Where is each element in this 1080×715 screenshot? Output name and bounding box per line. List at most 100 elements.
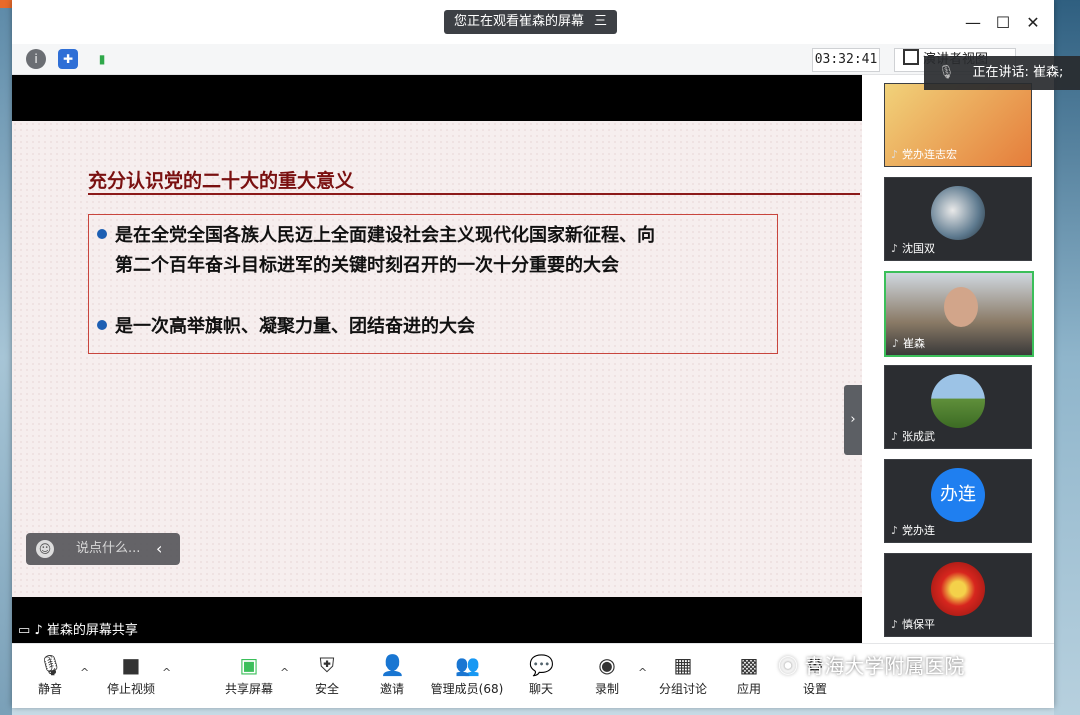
maximize-button[interactable]: ☐ <box>992 12 1014 34</box>
avatar <box>931 374 985 428</box>
mute-label: 静音 <box>37 682 62 696</box>
bullet-1-line-2: 第二个百年奋斗目标进军的关键时刻召开的一次十分重要的大会 <box>115 255 619 276</box>
title-bar: 您正在观看崔森的屏幕 三 — ☐ ✕ <box>12 0 1054 44</box>
mute-button[interactable]: 🎙 静音 <box>34 654 66 697</box>
watching-banner[interactable]: 您正在观看崔森的屏幕 三 <box>444 10 618 34</box>
participant-tile-active[interactable]: ♪ 崔森 <box>884 271 1034 357</box>
apps-icon: ▩ <box>739 653 759 677</box>
minimize-button[interactable]: — <box>962 12 984 34</box>
info-icon[interactable]: i <box>26 49 46 69</box>
security-label: 安全 <box>314 682 339 696</box>
breakout-button[interactable]: ▦ 分组讨论 <box>658 654 708 697</box>
participant-tile[interactable]: ♪ 党办连志宏 <box>884 83 1032 167</box>
screen-share-label: ▭ ♪ 崔森的屏幕共享 <box>12 620 138 642</box>
participant-name: ♪ 党办连志宏 <box>891 146 957 162</box>
shield-icon: ⛨ <box>319 653 335 677</box>
participant-name: ♪ 慎保平 <box>891 616 935 632</box>
record-icon: ◉ <box>598 653 616 677</box>
screen-share-area: 充分认识党的二十大的重大意义 是在全党全国各族人民迈上全面建设社会主义现代化国家… <box>12 75 862 643</box>
mic-icon: ♪ <box>891 618 899 631</box>
participant-name-text: 崔森 <box>903 337 926 350</box>
participant-name: ♪ 党办连 <box>891 522 935 538</box>
meeting-window: 您正在观看崔森的屏幕 三 — ☐ ✕ i ✚ ▮ 03:32:41 演讲者视图 … <box>12 0 1054 708</box>
mic-icon: ♪ <box>892 337 900 350</box>
mic-icon: ♪ <box>891 430 899 443</box>
participant-tile[interactable]: ♪ 沈国双 <box>884 177 1032 261</box>
participant-name-text: 党办连 <box>902 524 936 537</box>
emoji-icon[interactable]: ☺ <box>36 540 54 558</box>
gallery-collapse-button[interactable]: › <box>844 385 862 455</box>
view-options-icon[interactable]: 三 <box>594 10 607 34</box>
share-screen-icon: ▣ <box>239 653 259 677</box>
mic-icon: ♪ <box>891 148 899 161</box>
members-icon: 👥 <box>455 653 480 677</box>
bullet-dot-icon <box>97 320 107 330</box>
chevron-up-icon[interactable]: ^ <box>280 666 289 679</box>
chevron-left-icon[interactable]: ‹ <box>156 533 162 565</box>
screen-share-icon: ▭ ♪ <box>18 623 43 638</box>
participant-tile[interactable]: 办连 ♪ 党办连 <box>884 459 1032 543</box>
chat-label: 聊天 <box>528 682 553 696</box>
manage-members-button[interactable]: 👥 管理成员(68) <box>430 654 504 697</box>
slide-content-box: 是在全党全国各族人民迈上全面建设社会主义现代化国家新征程、向 第二个百年奋斗目标… <box>88 214 778 354</box>
chevron-up-icon[interactable]: ^ <box>638 666 647 679</box>
participant-name-text: 沈国双 <box>902 242 936 255</box>
share-screen-label: 共享屏幕 <box>224 682 273 696</box>
chevron-up-icon[interactable]: ^ <box>162 666 171 679</box>
watermark: ⦿ 青海大学附属医院 <box>778 650 964 679</box>
desktop-left-edge <box>0 0 12 715</box>
security-button[interactable]: ⛨ 安全 <box>314 654 340 697</box>
watermark-text: 青海大学附属医院 <box>804 654 965 678</box>
invite-label: 邀请 <box>379 682 404 696</box>
active-speaker-indicator: 🎙 正在讲话: 崔森; <box>924 56 1080 90</box>
meeting-info-bar: i ✚ ▮ 03:32:41 演讲者视图 <box>12 44 1054 75</box>
active-speaker-label: 正在讲话: 崔森; <box>972 65 1064 80</box>
manage-members-label: 管理成员(68) <box>430 682 504 696</box>
bullet-2-text: 是一次高举旗帜、凝聚力量、团结奋进的大会 <box>115 316 475 337</box>
add-user-icon: 👤 <box>380 653 405 677</box>
participant-gallery: ♪ 党办连志宏 ♪ 沈国双 ♪ 崔森 ♪ 张成武 办连 ♪ 党办连 ♪ 慎保平 <box>862 75 1054 643</box>
close-button[interactable]: ✕ <box>1022 12 1044 34</box>
stop-video-button[interactable]: ■ 停止视频 <box>104 654 158 697</box>
mic-icon: ♪ <box>891 524 899 537</box>
slide-title: 充分认识党的二十大的重大意义 <box>88 170 355 192</box>
apps-label: 应用 <box>736 682 761 696</box>
quick-chat-placeholder[interactable]: 说点什么... <box>76 533 140 565</box>
slide-divider <box>88 193 860 195</box>
breakout-label: 分组讨论 <box>658 682 707 696</box>
quick-chat-pill[interactable]: ☺ 说点什么... ‹ <box>26 533 180 565</box>
mic-icon: ♪ <box>891 242 899 255</box>
participant-name-text: 张成武 <box>902 430 936 443</box>
participant-name: ♪ 崔森 <box>892 335 925 351</box>
wechat-icon: ⦿ <box>778 654 805 678</box>
shield-icon[interactable]: ✚ <box>58 49 78 69</box>
chat-icon: 💬 <box>529 653 554 677</box>
participant-name: ♪ 沈国双 <box>891 240 935 256</box>
settings-label: 设置 <box>802 682 827 696</box>
invite-button[interactable]: 👤 邀请 <box>378 654 406 697</box>
view-mode-icon <box>903 49 919 65</box>
presentation-slide: 充分认识党的二十大的重大意义 是在全党全国各族人民迈上全面建设社会主义现代化国家… <box>12 121 862 597</box>
slide-bullet-2: 是一次高举旗帜、凝聚力量、团结奋进的大会 <box>97 312 475 342</box>
apps-button[interactable]: ▩ 应用 <box>736 654 762 697</box>
bullet-1-line-1: 是在全党全国各族人民迈上全面建设社会主义现代化国家新征程、向 <box>115 225 655 246</box>
chevron-up-icon[interactable]: ^ <box>80 666 89 679</box>
watching-banner-text: 您正在观看崔森的屏幕 <box>454 14 585 29</box>
record-label: 录制 <box>594 682 619 696</box>
participant-tile[interactable]: ♪ 慎保平 <box>884 553 1032 637</box>
share-screen-button[interactable]: ▣ 共享屏幕 <box>224 654 274 697</box>
avatar <box>931 186 985 240</box>
breakout-icon: ▦ <box>673 653 693 677</box>
participant-tile[interactable]: ♪ 张成武 <box>884 365 1032 449</box>
meeting-timer: 03:32:41 <box>812 48 880 72</box>
participant-name-text: 慎保平 <box>902 618 936 631</box>
chat-button[interactable]: 💬 聊天 <box>528 654 554 697</box>
participant-name-text: 党办连志宏 <box>902 148 958 161</box>
record-button[interactable]: ◉ 录制 <box>594 654 620 697</box>
avatar <box>931 562 985 616</box>
video-person <box>944 287 978 327</box>
signal-icon[interactable]: ▮ <box>92 49 112 69</box>
microphone-icon: 🎙 <box>38 653 64 677</box>
participant-name: ♪ 张成武 <box>891 428 935 444</box>
screen-share-owner: 崔森的屏幕共享 <box>46 623 138 638</box>
